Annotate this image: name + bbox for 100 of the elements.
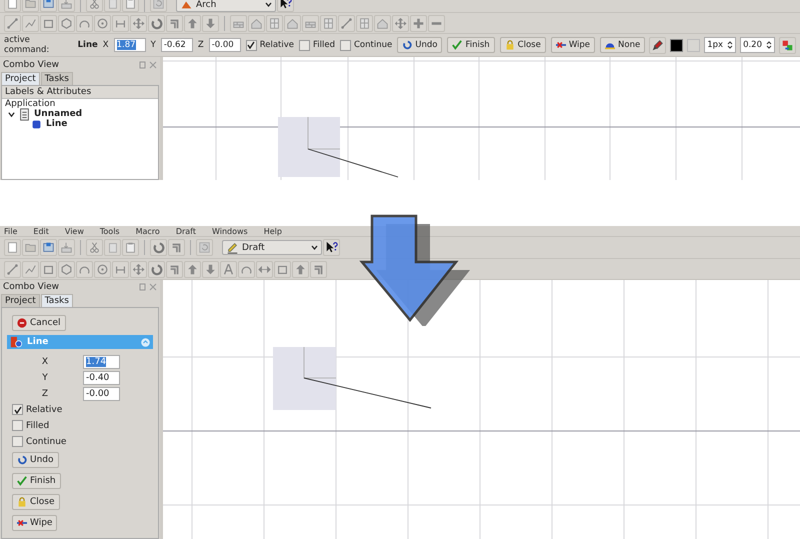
wipe-button[interactable]: Wipe: [550, 37, 596, 53]
menu-item[interactable]: Tools: [100, 227, 120, 236]
spin-arrows-icon[interactable]: [766, 40, 772, 50]
toolbar-button[interactable]: [94, 14, 111, 32]
toolbar-button[interactable]: [148, 260, 165, 278]
line-color-swatch[interactable]: [670, 38, 684, 52]
toolbar-button[interactable]: [292, 260, 309, 278]
toolbar-button[interactable]: [4, 260, 21, 278]
cancel-button[interactable]: Cancel: [12, 315, 66, 331]
collapse-icon[interactable]: [141, 338, 150, 346]
toolbar-button[interactable]: [130, 14, 147, 32]
toolbar-button[interactable]: [104, 0, 121, 12]
toolbar-button[interactable]: [40, 239, 57, 256]
toolbar-button[interactable]: [392, 14, 409, 32]
checkbox[interactable]: Continue: [340, 40, 392, 50]
menu-item[interactable]: Edit: [33, 227, 49, 236]
expand-caret-icon[interactable]: [8, 110, 15, 118]
workbench-dropdown[interactable]: Draft: [222, 240, 322, 255]
menu-item[interactable]: Windows: [212, 227, 248, 236]
menu-item[interactable]: View: [64, 227, 84, 236]
undo-button[interactable]: Undo: [12, 452, 59, 468]
dock-controls-icon[interactable]: [139, 283, 157, 291]
toolbar-button[interactable]: [76, 14, 93, 32]
toolbar-button[interactable]: [320, 14, 337, 32]
toolbar-button[interactable]: [4, 14, 21, 32]
construction-mode-button[interactable]: None: [600, 37, 646, 53]
toolbar-button[interactable]: [112, 14, 129, 32]
tree-item[interactable]: Unnamed: [2, 109, 158, 119]
toolbar-button[interactable]: [40, 14, 57, 32]
toolbar-button[interactable]: [202, 14, 219, 32]
toolbar-button[interactable]: [58, 239, 75, 256]
toolbar-button[interactable]: [86, 0, 103, 12]
workbench-dropdown[interactable]: Arch: [176, 0, 276, 12]
toolbar-button[interactable]: [122, 239, 139, 256]
close-button[interactable]: Close: [12, 494, 60, 510]
toolbar-button[interactable]: [148, 14, 165, 32]
number-field[interactable]: -0.00: [208, 38, 241, 52]
toolbar-button[interactable]: [22, 0, 39, 12]
tree-item[interactable]: Application: [2, 99, 158, 109]
toolbar-button[interactable]: [122, 0, 139, 12]
whats-this-button[interactable]: [277, 0, 294, 12]
number-field[interactable]: -0.40: [83, 370, 120, 384]
toolbar-button[interactable]: [202, 260, 219, 278]
toolbar-button[interactable]: [22, 239, 39, 256]
face-color-swatch[interactable]: [687, 38, 700, 52]
toolbar-button[interactable]: [184, 14, 201, 32]
toolbar-button[interactable]: [410, 14, 427, 32]
apply-style-button[interactable]: [649, 36, 666, 54]
toolbar-button[interactable]: [58, 260, 75, 278]
toolbar-button[interactable]: [338, 14, 355, 32]
toolbar-button[interactable]: [168, 239, 185, 256]
menu-item[interactable]: File: [4, 227, 18, 236]
toolbar-button[interactable]: [238, 260, 255, 278]
panel-tab[interactable]: Tasks: [40, 294, 73, 307]
toolbar-button[interactable]: [94, 260, 111, 278]
dock-controls-icon[interactable]: [139, 60, 157, 68]
toolbar-button[interactable]: [22, 260, 39, 278]
close-button[interactable]: Close: [500, 37, 546, 53]
font-size-spinbox[interactable]: 0.20: [740, 37, 775, 53]
finish-button[interactable]: Finish: [12, 473, 61, 489]
checkbox[interactable]: Continue: [12, 435, 153, 448]
toolbar-button[interactable]: [374, 14, 391, 32]
toolbar-button[interactable]: [58, 14, 75, 32]
number-field[interactable]: 1.87: [114, 38, 146, 52]
toolbar-button[interactable]: [166, 260, 183, 278]
toolbar-button[interactable]: [230, 14, 247, 32]
toolbar-button[interactable]: [274, 260, 291, 278]
number-field[interactable]: -0.00: [83, 386, 120, 400]
panel-tab[interactable]: Project: [1, 294, 40, 307]
toolbar-button[interactable]: [248, 14, 265, 32]
toolbar-button[interactable]: [104, 239, 121, 256]
checkbox[interactable]: Relative: [246, 40, 294, 50]
panel-tab[interactable]: Tasks: [40, 72, 73, 85]
tree-item[interactable]: Line: [2, 119, 158, 129]
spin-arrows-icon[interactable]: [727, 40, 734, 50]
toolbar-button[interactable]: [4, 239, 21, 256]
toolbar-button[interactable]: [58, 0, 75, 12]
toolbar-button[interactable]: [40, 0, 57, 12]
menu-item[interactable]: Draft: [176, 227, 196, 236]
toolbar-button[interactable]: [184, 260, 201, 278]
menu-item[interactable]: Help: [264, 227, 282, 236]
toolbar-button[interactable]: [4, 0, 21, 12]
line-width-spinbox[interactable]: 1px: [704, 37, 736, 53]
toolbar-button[interactable]: [166, 14, 183, 32]
wipe-button[interactable]: Wipe: [12, 515, 58, 531]
toolbar-button[interactable]: [22, 14, 39, 32]
toolbar-button[interactable]: [196, 239, 213, 256]
finish-button[interactable]: Finish: [447, 37, 495, 53]
toolbar-button[interactable]: [86, 239, 103, 256]
toolbar-button[interactable]: [356, 14, 373, 32]
toolbar-button[interactable]: [150, 239, 167, 256]
toolbar-button[interactable]: [256, 260, 273, 278]
toolbar-button[interactable]: [40, 260, 57, 278]
whats-this-button[interactable]: [323, 239, 340, 256]
toolbar-button[interactable]: [302, 14, 319, 32]
checkbox[interactable]: Filled: [299, 40, 335, 50]
checkbox[interactable]: Filled: [12, 419, 153, 432]
number-field[interactable]: -0.62: [160, 38, 193, 52]
toolbar-button[interactable]: [130, 260, 147, 278]
checkbox[interactable]: Relative: [12, 403, 153, 416]
